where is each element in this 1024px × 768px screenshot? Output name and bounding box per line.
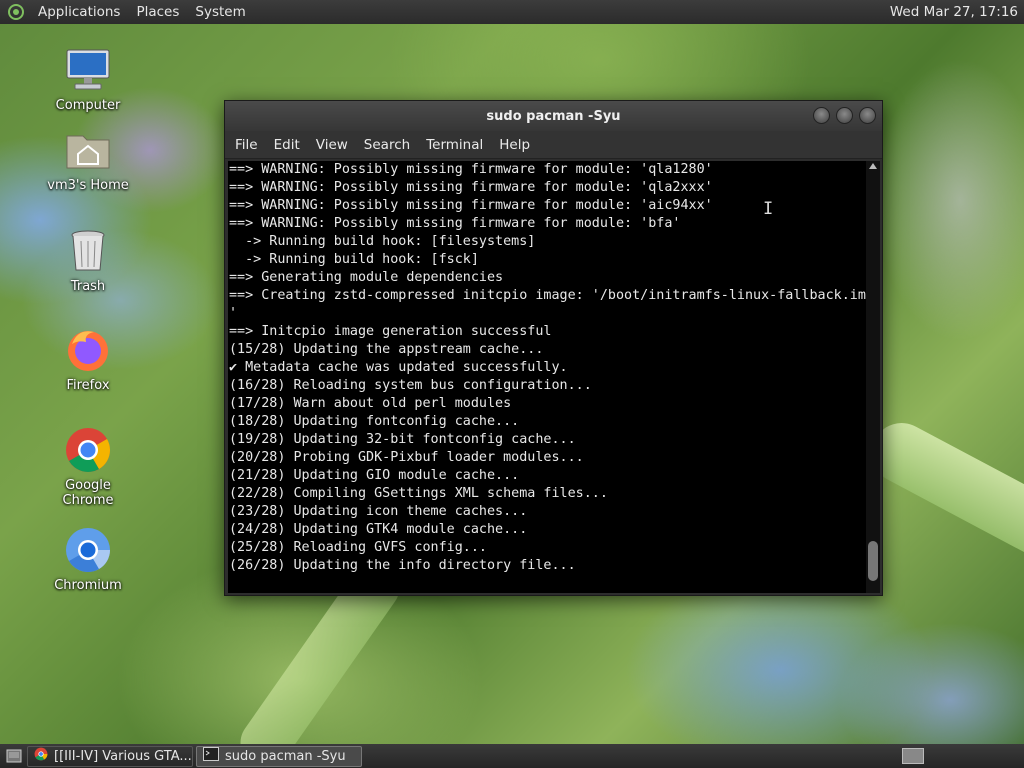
maximize-button[interactable] (836, 107, 853, 124)
terminal-line: ✔ Metadata cache was updated successfull… (229, 360, 568, 375)
places-menu[interactable]: Places (128, 4, 187, 20)
chrome-icon (64, 426, 112, 474)
menu-search[interactable]: Search (356, 137, 418, 153)
terminal-line: (21/28) Updating GIO module cache... (229, 468, 520, 483)
menu-help[interactable]: Help (491, 137, 538, 153)
taskbar-item-label: [[III-IV] Various GTA... (54, 748, 192, 764)
desktop-icon-computer[interactable]: Computer (38, 46, 138, 113)
terminal-line: (20/28) Probing GDK-Pixbuf loader module… (229, 450, 584, 465)
terminal-line: (26/28) Updating the info directory file… (229, 558, 576, 573)
desktop-icon-label: vm3's Home (47, 178, 129, 193)
chromium-icon (64, 526, 112, 574)
scrollbar-thumb[interactable] (868, 541, 878, 581)
terminal-line: ==> WARNING: Possibly missing firmware f… (229, 180, 713, 195)
terminal-line: -> Running build hook: [filesystems] (229, 234, 536, 249)
window-titlebar[interactable]: sudo pacman -Syu (225, 101, 882, 131)
text-cursor-icon: I (763, 199, 774, 219)
desktop-icon-label: Google Chrome (62, 478, 114, 508)
desktop-icon-label: Firefox (66, 378, 110, 393)
terminal-line: (18/28) Updating fontconfig cache... (229, 414, 520, 429)
minimize-button[interactable] (813, 107, 830, 124)
terminal-line: (17/28) Warn about old perl modules (229, 396, 512, 411)
terminal-icon (203, 747, 219, 765)
desktop-icon-label: Chromium (54, 578, 122, 593)
distro-logo-icon[interactable] (6, 2, 26, 22)
desktop-icon-firefox[interactable]: Firefox (38, 326, 138, 393)
terminal-line: ' (229, 306, 238, 321)
menu-view[interactable]: View (308, 137, 356, 153)
desktop-icon-chromium[interactable]: Chromium (38, 526, 138, 593)
terminal-line: ==> Generating module dependencies (229, 270, 504, 285)
workspace-switcher[interactable] (902, 748, 924, 764)
desktop-icon-google-chrome[interactable]: Google Chrome (38, 426, 138, 508)
scroll-up-arrow-icon[interactable] (869, 163, 877, 169)
chrome-icon (34, 747, 48, 765)
wallpaper-grass-blade (861, 412, 1024, 588)
menu-terminal[interactable]: Terminal (418, 137, 491, 153)
terminal-line: ==> Creating zstd-compressed initcpio im… (229, 288, 868, 303)
terminal-menubar: File Edit View Search Terminal Help (225, 131, 882, 159)
trash-icon (64, 227, 112, 275)
terminal-line: -> Running build hook: [fsck] (229, 252, 479, 267)
terminal-line: (16/28) Reloading system bus configurati… (229, 378, 592, 393)
taskbar-item-chrome[interactable]: [[III-IV] Various GTA... (27, 745, 193, 767)
clock[interactable]: Wed Mar 27, 17:16 (890, 4, 1024, 20)
menu-file[interactable]: File (227, 137, 266, 153)
desktop-icon-trash[interactable]: Trash (38, 227, 138, 294)
applications-menu[interactable]: Applications (30, 4, 128, 20)
bottom-taskbar: [[III-IV] Various GTA... sudo pacman -Sy… (0, 744, 1024, 768)
desktop-icon-home[interactable]: vm3's Home (38, 126, 138, 193)
terminal-line: ==> Initcpio image generation successful (229, 324, 552, 339)
terminal-output[interactable]: ==> WARNING: Possibly missing firmware f… (228, 161, 868, 593)
taskbar-item-label: sudo pacman -Syu (225, 748, 346, 764)
system-menu[interactable]: System (187, 4, 253, 20)
terminal-line: (19/28) Updating 32-bit fontconfig cache… (229, 432, 576, 447)
desktop-icon-label: Trash (70, 279, 106, 294)
menu-edit[interactable]: Edit (266, 137, 308, 153)
home-folder-icon (64, 126, 112, 174)
terminal-line: (25/28) Reloading GVFS config... (229, 540, 487, 555)
terminal-scrollbar[interactable] (866, 161, 880, 593)
top-panel: Applications Places System Wed Mar 27, 1… (0, 0, 1024, 24)
terminal-line: (23/28) Updating icon theme caches... (229, 504, 528, 519)
show-desktop-icon[interactable] (4, 747, 24, 765)
taskbar-item-terminal[interactable]: sudo pacman -Syu (196, 745, 362, 767)
window-title: sudo pacman -Syu (486, 108, 621, 124)
terminal-line: (24/28) Updating GTK4 module cache... (229, 522, 528, 537)
computer-icon (64, 46, 112, 94)
close-button[interactable] (859, 107, 876, 124)
terminal-line: ==> WARNING: Possibly missing firmware f… (229, 162, 713, 177)
terminal-line: (15/28) Updating the appstream cache... (229, 342, 544, 357)
firefox-icon (64, 326, 112, 374)
terminal-window[interactable]: sudo pacman -Syu File Edit View Search T… (224, 100, 883, 596)
desktop-icon-label: Computer (55, 98, 121, 113)
terminal-line: (22/28) Compiling GSettings XML schema f… (229, 486, 608, 501)
